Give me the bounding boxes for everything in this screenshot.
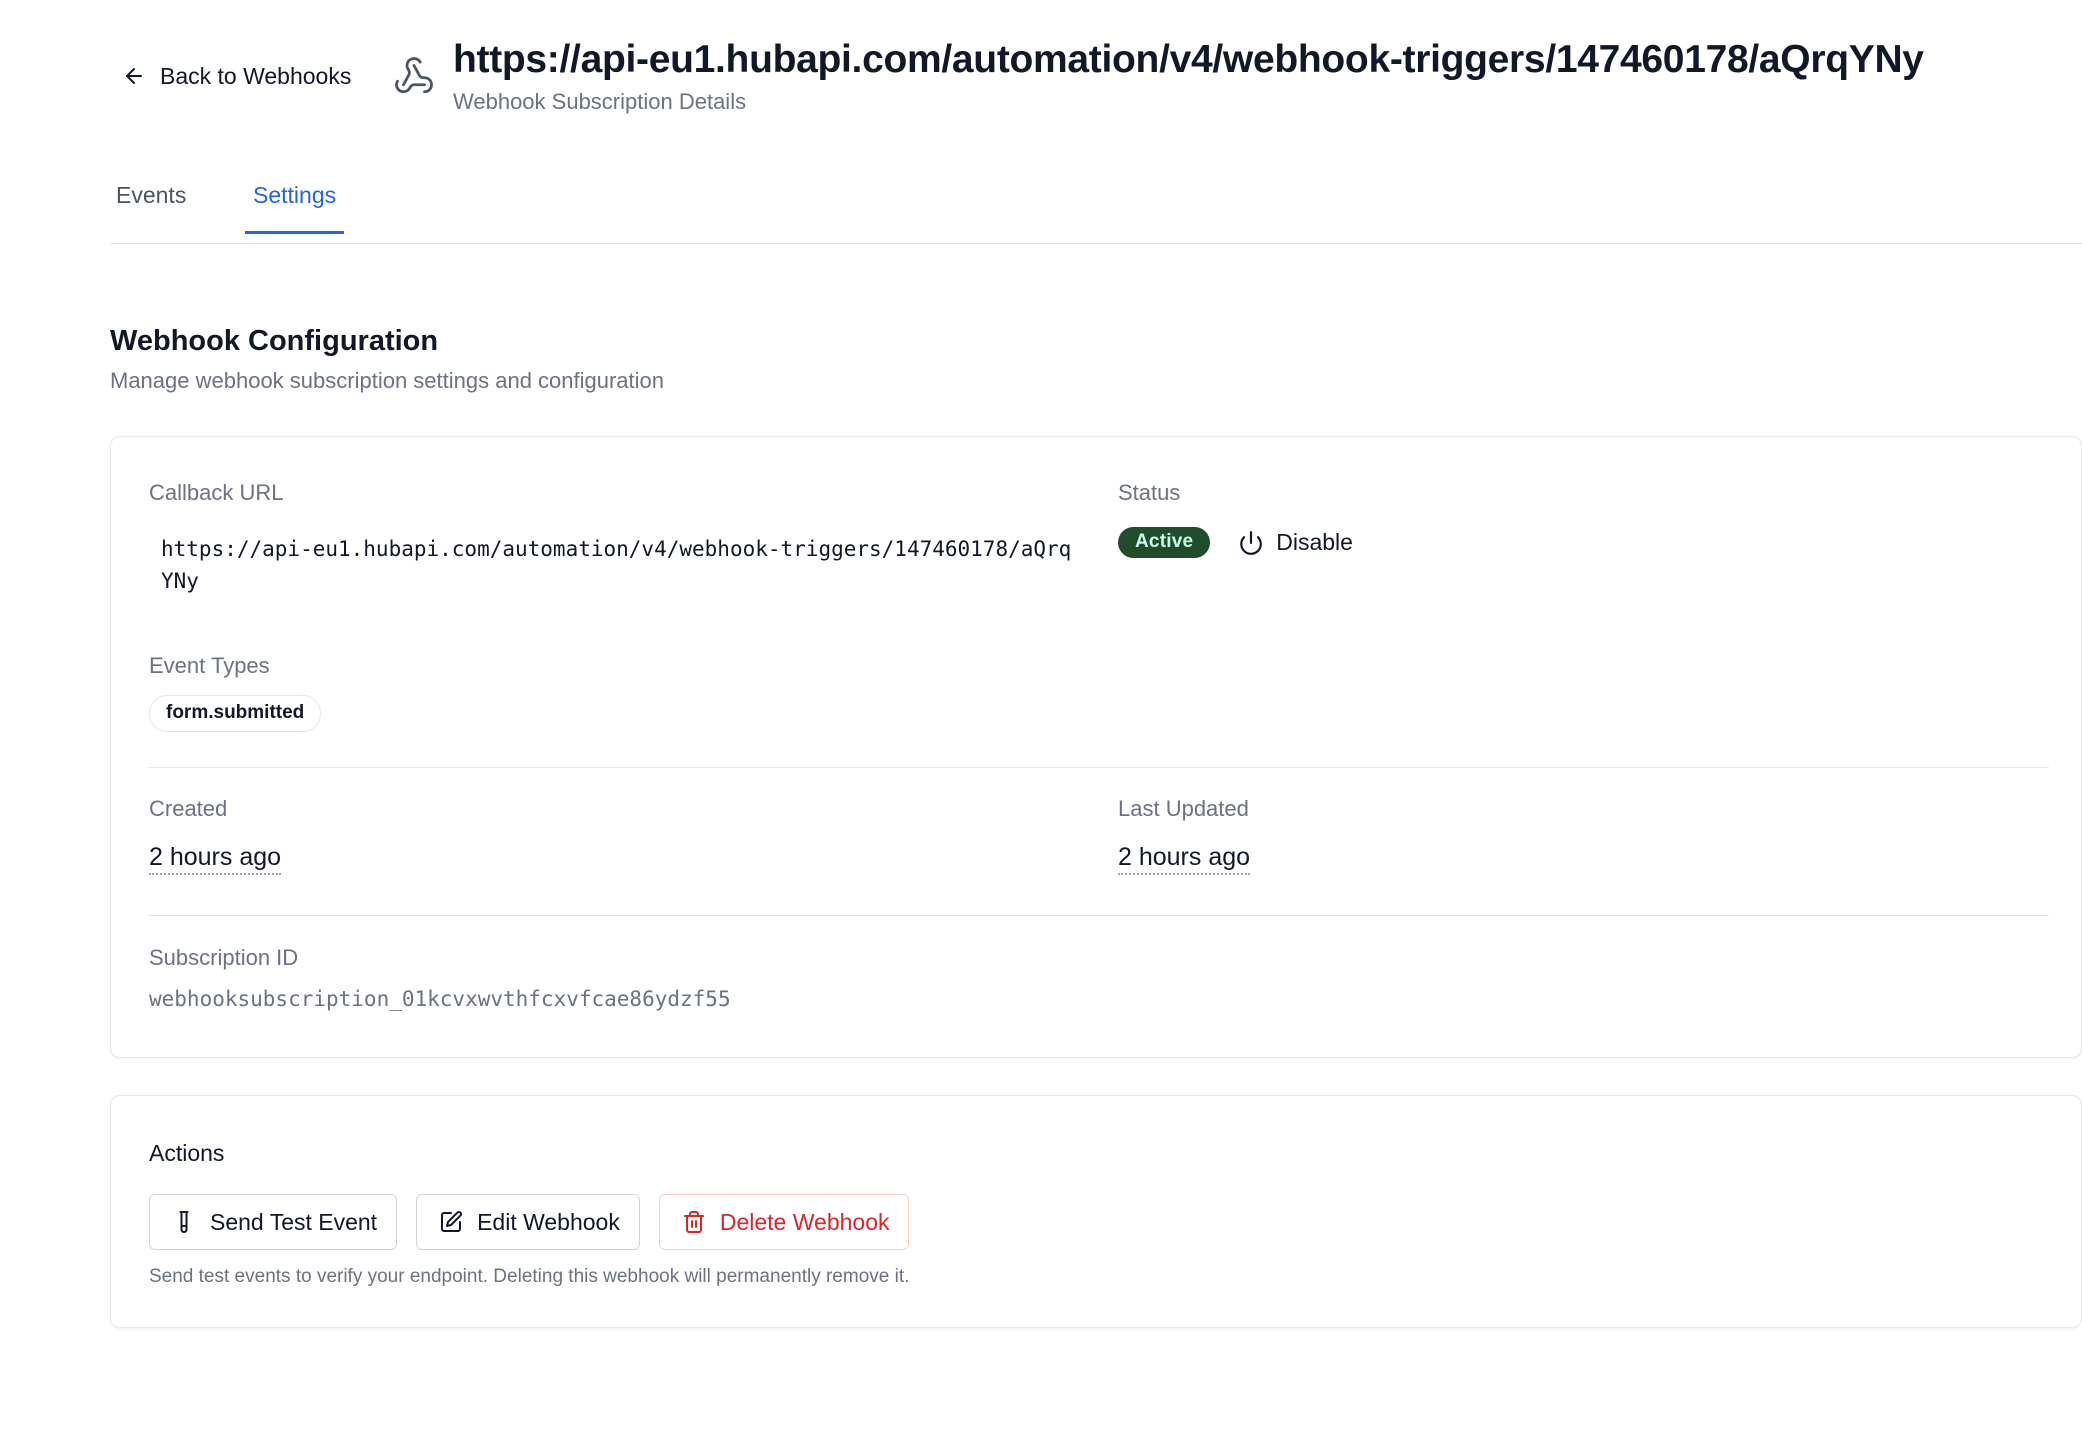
last-updated-value[interactable]: 2 hours ago — [1118, 842, 1251, 875]
callback-url-label: Callback URL — [149, 480, 284, 505]
status-label: Status — [1118, 480, 1181, 505]
delete-webhook-label: Delete Webhook — [719, 1208, 890, 1235]
actions-note: Send test events to verify your endpoint… — [149, 1266, 910, 1287]
send-test-event-label: Send Test Event — [210, 1208, 378, 1235]
power-icon — [1240, 530, 1263, 555]
delete-webhook-button[interactable]: Delete Webhook — [658, 1194, 910, 1250]
back-to-webhooks-link[interactable]: Back to Webhooks — [122, 58, 351, 94]
callback-url-value: https://api-eu1.hubapi.com/automation/v4… — [161, 537, 1072, 593]
page-subtitle: Webhook Subscription Details — [453, 89, 747, 114]
edit-icon — [441, 1211, 463, 1232]
test-tube-icon — [179, 1211, 189, 1233]
event-types-label: Event Types — [149, 653, 270, 678]
page-title: https://api-eu1.hubapi.com/automation/v4… — [453, 38, 1924, 81]
back-link-label: Back to Webhooks — [160, 62, 352, 89]
actions-title: Actions — [149, 1140, 225, 1166]
subscription-id-label: Subscription ID — [149, 945, 299, 970]
divider — [149, 767, 2049, 768]
actions-card: Actions Send Test Event Edit Webhook Del… — [110, 1095, 2082, 1328]
section-description: Manage webhook subscription settings and… — [110, 368, 665, 393]
trash-icon — [683, 1211, 704, 1233]
webhook-icon — [395, 57, 433, 94]
status-row: Active Disable — [1118, 527, 1353, 558]
section-title: Webhook Configuration — [110, 325, 439, 357]
edit-webhook-button[interactable]: Edit Webhook — [416, 1194, 640, 1250]
event-type-chip: form.submitted — [149, 695, 322, 732]
disable-button[interactable]: Disable — [1238, 529, 1353, 556]
created-label: Created — [149, 796, 228, 821]
status-badge: Active — [1118, 527, 1211, 558]
last-updated-label: Last Updated — [1118, 796, 1249, 821]
divider — [149, 915, 2049, 916]
edit-webhook-label: Edit Webhook — [477, 1208, 620, 1235]
arrow-left-icon — [126, 68, 142, 84]
tab-settings[interactable]: Settings — [245, 182, 345, 234]
tab-events[interactable]: Events — [116, 182, 186, 231]
webhook-details-page: Back to Webhooks https://api-eu1.hubapi.… — [0, 0, 2082, 1436]
created-value[interactable]: 2 hours ago — [149, 842, 282, 875]
actions-button-row: Send Test Event Edit Webhook Delete Webh… — [149, 1194, 910, 1250]
configuration-card: Callback URL https://api-eu1.hubapi.com/… — [110, 436, 2082, 1058]
send-test-event-button[interactable]: Send Test Event — [149, 1194, 398, 1250]
subscription-id-value: webhooksubscription_01kcvxwvthfcxvfcae86… — [149, 987, 731, 1011]
tab-bar: Events Settings — [110, 168, 2082, 244]
disable-button-label: Disable — [1276, 529, 1353, 555]
